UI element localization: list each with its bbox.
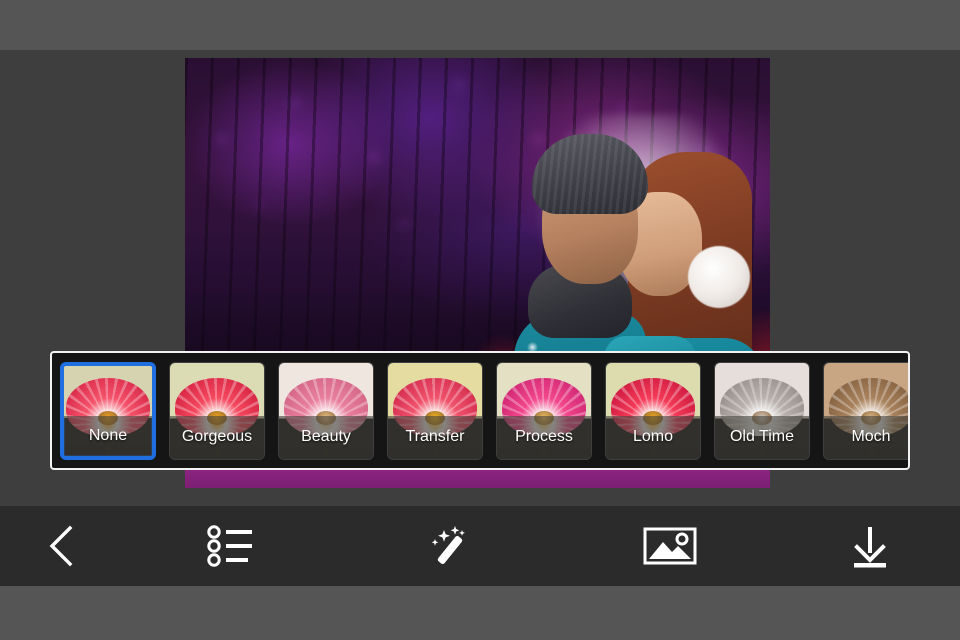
magic-wand-icon: [424, 522, 476, 570]
filter-label-band: Moch: [824, 416, 908, 459]
filter-thumb-gorgeous[interactable]: Gorgeous: [169, 361, 265, 460]
list-button[interactable]: [120, 506, 340, 586]
bottom-toolbar: [0, 506, 960, 586]
filter-label-band: Gorgeous: [170, 416, 264, 459]
filter-thumb-moch[interactable]: Moch: [823, 361, 908, 460]
filter-label-band: Process: [497, 416, 591, 459]
filter-thumb-none[interactable]: None: [60, 361, 156, 460]
filter-label-band: None: [64, 415, 152, 456]
save-button[interactable]: [780, 506, 960, 586]
back-button[interactable]: [0, 506, 120, 586]
filter-label-band: Transfer: [388, 416, 482, 459]
filter-label-band: Beauty: [279, 416, 373, 459]
filter-label: Process: [515, 428, 573, 446]
filter-label: Beauty: [301, 428, 351, 446]
filter-label: Gorgeous: [181, 428, 253, 446]
filter-thumb-beauty[interactable]: Beauty: [278, 361, 374, 460]
filter-thumb-transfer[interactable]: Transfer: [387, 361, 483, 460]
image-icon: [642, 524, 698, 568]
filter-label: Lomo: [632, 428, 674, 446]
filter-label-band: Old Time: [715, 416, 809, 459]
filter-label: Moch: [851, 428, 891, 446]
filter-thumb-process[interactable]: Process: [496, 361, 592, 460]
filter-label: None: [88, 426, 128, 444]
bottom-letterbox: [0, 586, 960, 640]
effects-button[interactable]: [340, 506, 560, 586]
gallery-button[interactable]: [560, 506, 780, 586]
filter-thumb-old-time[interactable]: Old Time: [714, 361, 810, 460]
filter-thumb-lomo[interactable]: Lomo: [605, 361, 701, 460]
list-icon: [206, 524, 254, 568]
filter-label-band: Lomo: [606, 416, 700, 459]
filter-label: Transfer: [405, 428, 465, 446]
photo-editor-screen: None Gorgeous Beauty Transfer Process Lomo Old…: [0, 0, 960, 640]
chevron-left-icon: [42, 522, 78, 570]
filter-label: Old Time: [729, 428, 794, 446]
top-letterbox: [0, 0, 960, 50]
download-icon: [845, 521, 895, 571]
filter-strip[interactable]: None Gorgeous Beauty Transfer Process Lomo Old…: [50, 351, 910, 470]
earmuff: [688, 246, 750, 308]
